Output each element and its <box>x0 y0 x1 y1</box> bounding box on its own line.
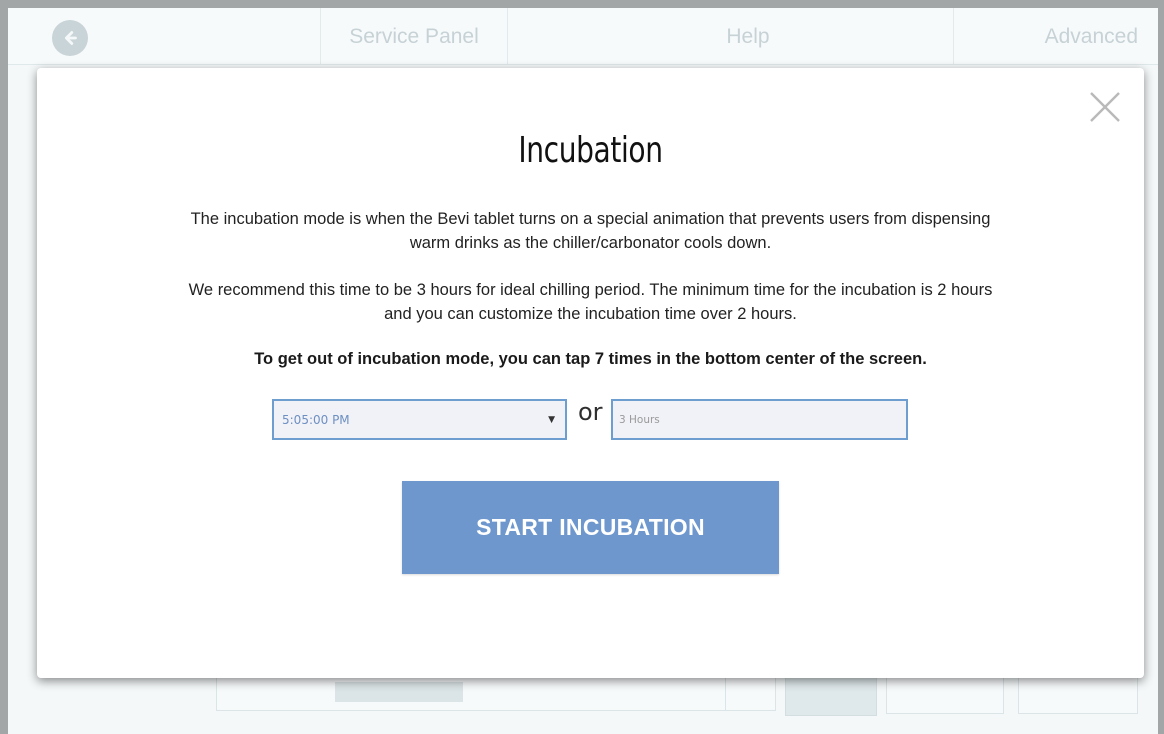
dropdown-arrow-icon: ▼ <box>548 414 555 425</box>
close-icon <box>1090 92 1120 122</box>
incubation-dialog: Incubation The incubation mode is when t… <box>37 68 1144 678</box>
end-time-select[interactable]: 5:05:00 PM ▼ <box>272 399 567 440</box>
hours-input[interactable] <box>611 399 908 440</box>
exit-instructions: To get out of incubation mode, you can t… <box>254 350 927 368</box>
end-time-value: 5:05:00 PM <box>282 412 350 427</box>
or-separator: or <box>578 398 603 426</box>
close-button[interactable] <box>1088 90 1122 124</box>
incubation-description: The incubation mode is when the Bevi tab… <box>190 210 991 252</box>
incubation-recommendation: We recommend this time to be 3 hours for… <box>188 281 993 323</box>
start-incubation-button[interactable]: START INCUBATION <box>402 481 779 574</box>
dialog-title: Incubation <box>518 130 663 171</box>
